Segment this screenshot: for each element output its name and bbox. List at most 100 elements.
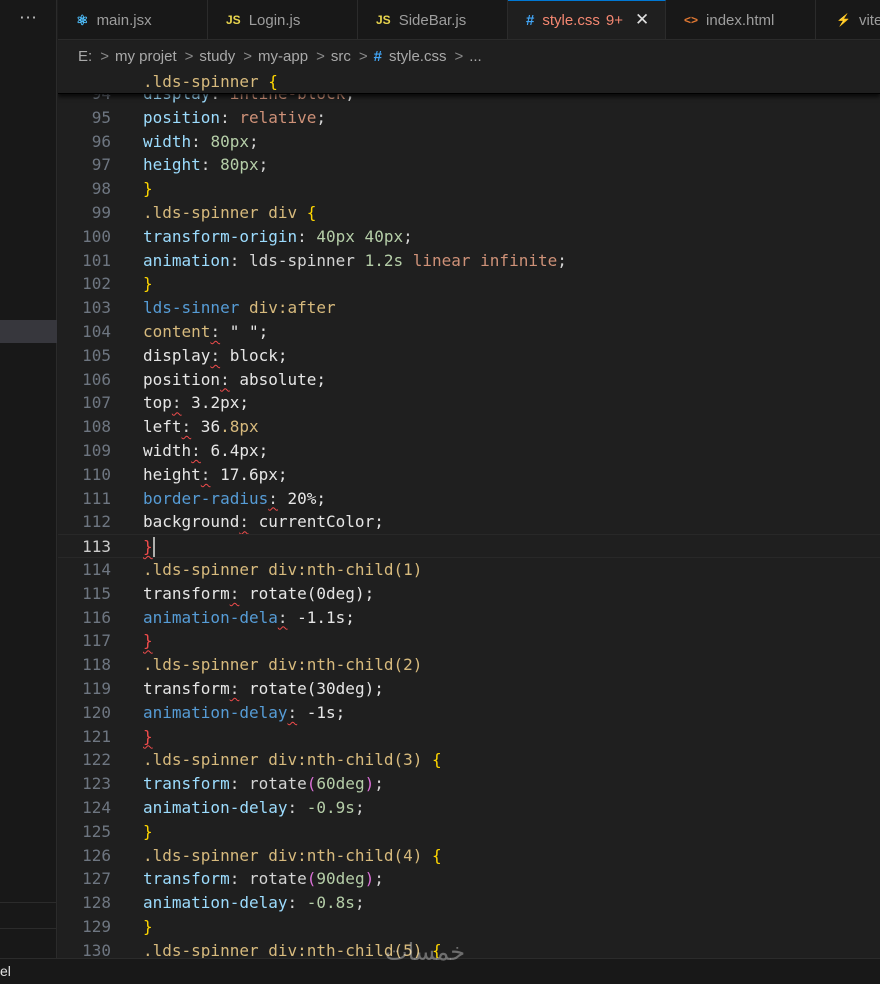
tab-index-html[interactable]: <> index.html: [666, 0, 816, 39]
vite-icon: ⚡: [836, 13, 851, 27]
code-line[interactable]: 98}: [58, 177, 880, 201]
code-text: display: block;: [143, 344, 288, 368]
code-line[interactable]: 123 transform: rotate(60deg);: [58, 772, 880, 796]
code-token: width: [143, 131, 192, 151]
code-token: :: [239, 512, 249, 532]
code-line[interactable]: 117}: [58, 629, 880, 653]
breadcrumb-file[interactable]: style.css: [389, 48, 447, 65]
tab-vite[interactable]: ⚡ vite: [816, 0, 880, 39]
line-number: 118: [82, 655, 111, 675]
code-text: border-radius: 20%;: [143, 487, 326, 511]
code-token: }: [143, 726, 153, 746]
code-text: }: [143, 915, 153, 939]
code-line[interactable]: 111 border-radius: 20%;: [58, 487, 880, 511]
code-token: ;: [248, 131, 259, 151]
code-token: .lds-spinner div:nth-child(4): [143, 845, 432, 865]
more-actions-icon[interactable]: ···: [0, 0, 57, 40]
code-line[interactable]: 105 display: block;: [58, 344, 880, 368]
tab-main-jsx[interactable]: ⚛ main.jsx: [58, 0, 208, 39]
line-number: 106: [82, 369, 111, 389]
tab-label: Login.js: [248, 11, 301, 29]
code-token: 17.6px;: [210, 464, 288, 484]
code-line[interactable]: 120 animation-delay: -1s;: [58, 701, 880, 725]
code-line[interactable]: 128 animation-delay: -0.8s;: [58, 891, 880, 915]
line-number: 104: [82, 322, 111, 341]
code-text: background: currentColor;: [143, 510, 384, 534]
code-token: :: [277, 607, 288, 627]
code-line[interactable]: 100 transform-origin: 40px 40px;: [58, 225, 880, 249]
tab-style-css[interactable]: # style.css 9+ ✕: [508, 0, 666, 39]
code-token: 60deg: [316, 774, 365, 794]
problems-badge: 9+: [605, 11, 623, 29]
code-line[interactable]: 107 top: 3.2px;: [58, 391, 880, 415]
code-line[interactable]: 115 transform: rotate(0deg);: [58, 582, 880, 606]
tab-login-js[interactable]: JS Login.js: [208, 0, 358, 39]
code-token: transform: [143, 679, 230, 698]
code-line[interactable]: 129}: [58, 915, 880, 939]
code-line[interactable]: 103 lds-sinner div:after: [58, 296, 880, 320]
chevron-right-icon: >: [358, 47, 368, 65]
code-token: absolute;: [229, 369, 327, 389]
code-line[interactable]: 114 .lds-spinner div:nth-child(1): [58, 558, 880, 582]
code-token: :: [200, 155, 221, 175]
code-line[interactable]: 113}: [58, 534, 880, 558]
code-line[interactable]: 119 transform: rotate(30deg);: [58, 677, 880, 701]
line-number: 112: [82, 512, 111, 532]
code-text: }: [143, 820, 153, 844]
code-line[interactable]: 99 .lds-spinner div {: [58, 201, 880, 225]
code-token: 3.2px;: [181, 393, 249, 413]
tab-sidebar-js[interactable]: JS SideBar.js: [358, 0, 508, 39]
code-line[interactable]: 125}: [58, 820, 880, 844]
editor-tab-bar: ⚛ main.jsx JS Login.js JS SideBar.js # s…: [58, 0, 880, 40]
code-token: .lds-spinner: [143, 72, 269, 91]
line-number: 129: [82, 917, 111, 936]
code-line[interactable]: 108 left: 36.8px: [58, 415, 880, 439]
code-line[interactable]: 97 height: 80px;: [58, 153, 880, 177]
line-number: 126: [82, 845, 111, 865]
code-line[interactable]: 124 animation-delay: -0.9s;: [58, 796, 880, 820]
code-line[interactable]: 116 animation-dela: -1.1s;: [58, 606, 880, 630]
code-line[interactable]: 110 height: 17.6px;: [58, 463, 880, 487]
code-line[interactable]: 109 width: 6.4px;: [58, 439, 880, 463]
line-number: 96: [91, 131, 111, 151]
code-token: :: [220, 369, 230, 389]
status-text[interactable]: el: [0, 963, 11, 979]
breadcrumb-symbols[interactable]: ...: [469, 48, 482, 65]
selected-explorer-item[interactable]: [0, 320, 57, 343]
code-line[interactable]: 118 .lds-spinner div:nth-child(2): [58, 653, 880, 677]
code-line[interactable]: 122 .lds-spinner div:nth-child(3) {: [58, 748, 880, 772]
code-line[interactable]: 101 animation: lds-spinner 1.2s linear in…: [58, 249, 880, 273]
code-line[interactable]: 106 position: absolute;: [58, 368, 880, 392]
code-line[interactable]: 112 background: currentColor;: [58, 510, 880, 534]
code-text: animation-delay: -0.8s;: [143, 891, 365, 915]
code-token: border-radius: [143, 488, 269, 508]
line-number: 108: [82, 417, 111, 437]
code-line[interactable]: 104 content: " ";: [58, 320, 880, 344]
code-line[interactable]: .lds-spinner {: [58, 71, 880, 94]
code-line[interactable]: 121}: [58, 725, 880, 749]
code-token: :: [181, 417, 192, 437]
code-token: .8px: [220, 417, 259, 437]
code-token: :: [191, 131, 211, 151]
css-icon: #: [526, 11, 535, 29]
code-line[interactable]: 95 position: relative;: [58, 106, 880, 130]
code-token: :: [287, 798, 307, 817]
breadcrumb-item[interactable]: my-app: [258, 48, 308, 65]
code-line[interactable]: 102}: [58, 272, 880, 296]
code-editor[interactable]: .lds-spinner {94display: inline-block;95…: [58, 71, 880, 958]
code-line[interactable]: 96 width: 80px;: [58, 130, 880, 154]
code-token: }: [143, 917, 153, 936]
breadcrumb-item[interactable]: my projet: [115, 48, 177, 65]
line-number: 103: [82, 298, 111, 318]
breadcrumb-item[interactable]: study: [199, 48, 235, 65]
line-number: 122: [82, 750, 111, 770]
close-icon[interactable]: ✕: [635, 10, 649, 30]
code-line[interactable]: 126 .lds-spinner div:nth-child(4) {: [58, 844, 880, 868]
breadcrumb-item[interactable]: src: [331, 48, 351, 65]
code-token: :: [220, 107, 240, 127]
code-line[interactable]: 127 transform: rotate(90deg);: [58, 867, 880, 891]
breadcrumb-item[interactable]: E:: [78, 48, 92, 65]
code-line[interactable]: 130 .lds-spinner div:nth-child(5) {: [58, 939, 880, 958]
code-token: :: [287, 893, 307, 913]
code-token: top: [143, 393, 172, 413]
